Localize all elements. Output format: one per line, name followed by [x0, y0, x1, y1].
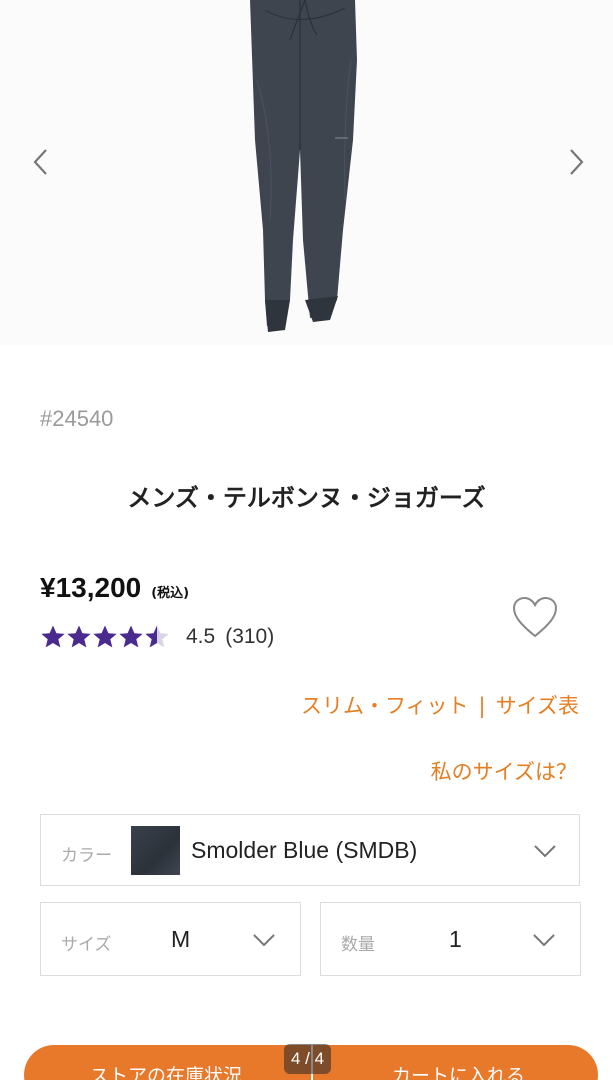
size-select-value: M — [171, 926, 191, 952]
product-image-gallery — [0, 0, 613, 345]
fit-link[interactable]: スリム・フィット — [301, 694, 469, 718]
wishlist-button[interactable] — [510, 594, 560, 642]
rating-value: 4.5 — [186, 625, 216, 648]
color-select[interactable]: カラー Smolder Blue (SMDB) — [40, 814, 580, 886]
chevron-left-icon — [33, 149, 47, 175]
star-icon — [145, 625, 169, 648]
rating-row[interactable]: 4.5 (310) — [40, 624, 274, 650]
price-row: ¥13,200 (税込) — [40, 572, 189, 604]
star-icon — [41, 625, 65, 648]
chevron-down-icon — [253, 934, 275, 947]
store-stock-button[interactable]: ストアの在庫状況 — [90, 1061, 242, 1080]
size-chart-link[interactable]: サイズ表 — [496, 694, 579, 718]
quantity-select-label: 数量 — [341, 935, 375, 955]
star-icon — [93, 625, 117, 648]
link-separator: | — [478, 694, 486, 718]
tax-note: (税込) — [151, 586, 190, 601]
product-image — [250, 0, 357, 332]
product-title: メンズ・テルボンヌ・ジョガーズ — [127, 484, 486, 512]
fit-size-links: スリム・フィット | サイズ表 — [301, 690, 579, 720]
size-select[interactable]: サイズ M — [40, 902, 301, 976]
review-count[interactable]: (310) — [225, 625, 274, 649]
chevron-down-icon — [534, 845, 556, 858]
color-select-value: Smolder Blue (SMDB) — [191, 837, 418, 863]
star-icon — [119, 625, 143, 648]
size-select-label: サイズ — [61, 935, 112, 955]
heart-outline-icon — [512, 596, 558, 638]
color-swatch — [131, 826, 180, 875]
chevron-down-icon — [533, 934, 555, 947]
star-icon — [67, 625, 91, 648]
product-price: ¥13,200 — [40, 572, 142, 603]
gallery-prev-button[interactable] — [28, 142, 52, 182]
add-to-cart-button[interactable]: カートに入れる — [392, 1061, 525, 1080]
quantity-select-value: 1 — [449, 926, 462, 952]
gallery-next-button[interactable] — [565, 142, 589, 182]
page-indicator: 4 / 4 — [284, 1044, 332, 1074]
color-select-label: カラー — [61, 846, 112, 866]
my-size-link[interactable]: 私のサイズは？ — [431, 756, 577, 786]
quantity-select[interactable]: 数量 1 — [320, 902, 581, 976]
chevron-right-icon — [570, 149, 584, 175]
star-rating — [40, 624, 170, 650]
product-id: #24540 — [40, 406, 114, 431]
